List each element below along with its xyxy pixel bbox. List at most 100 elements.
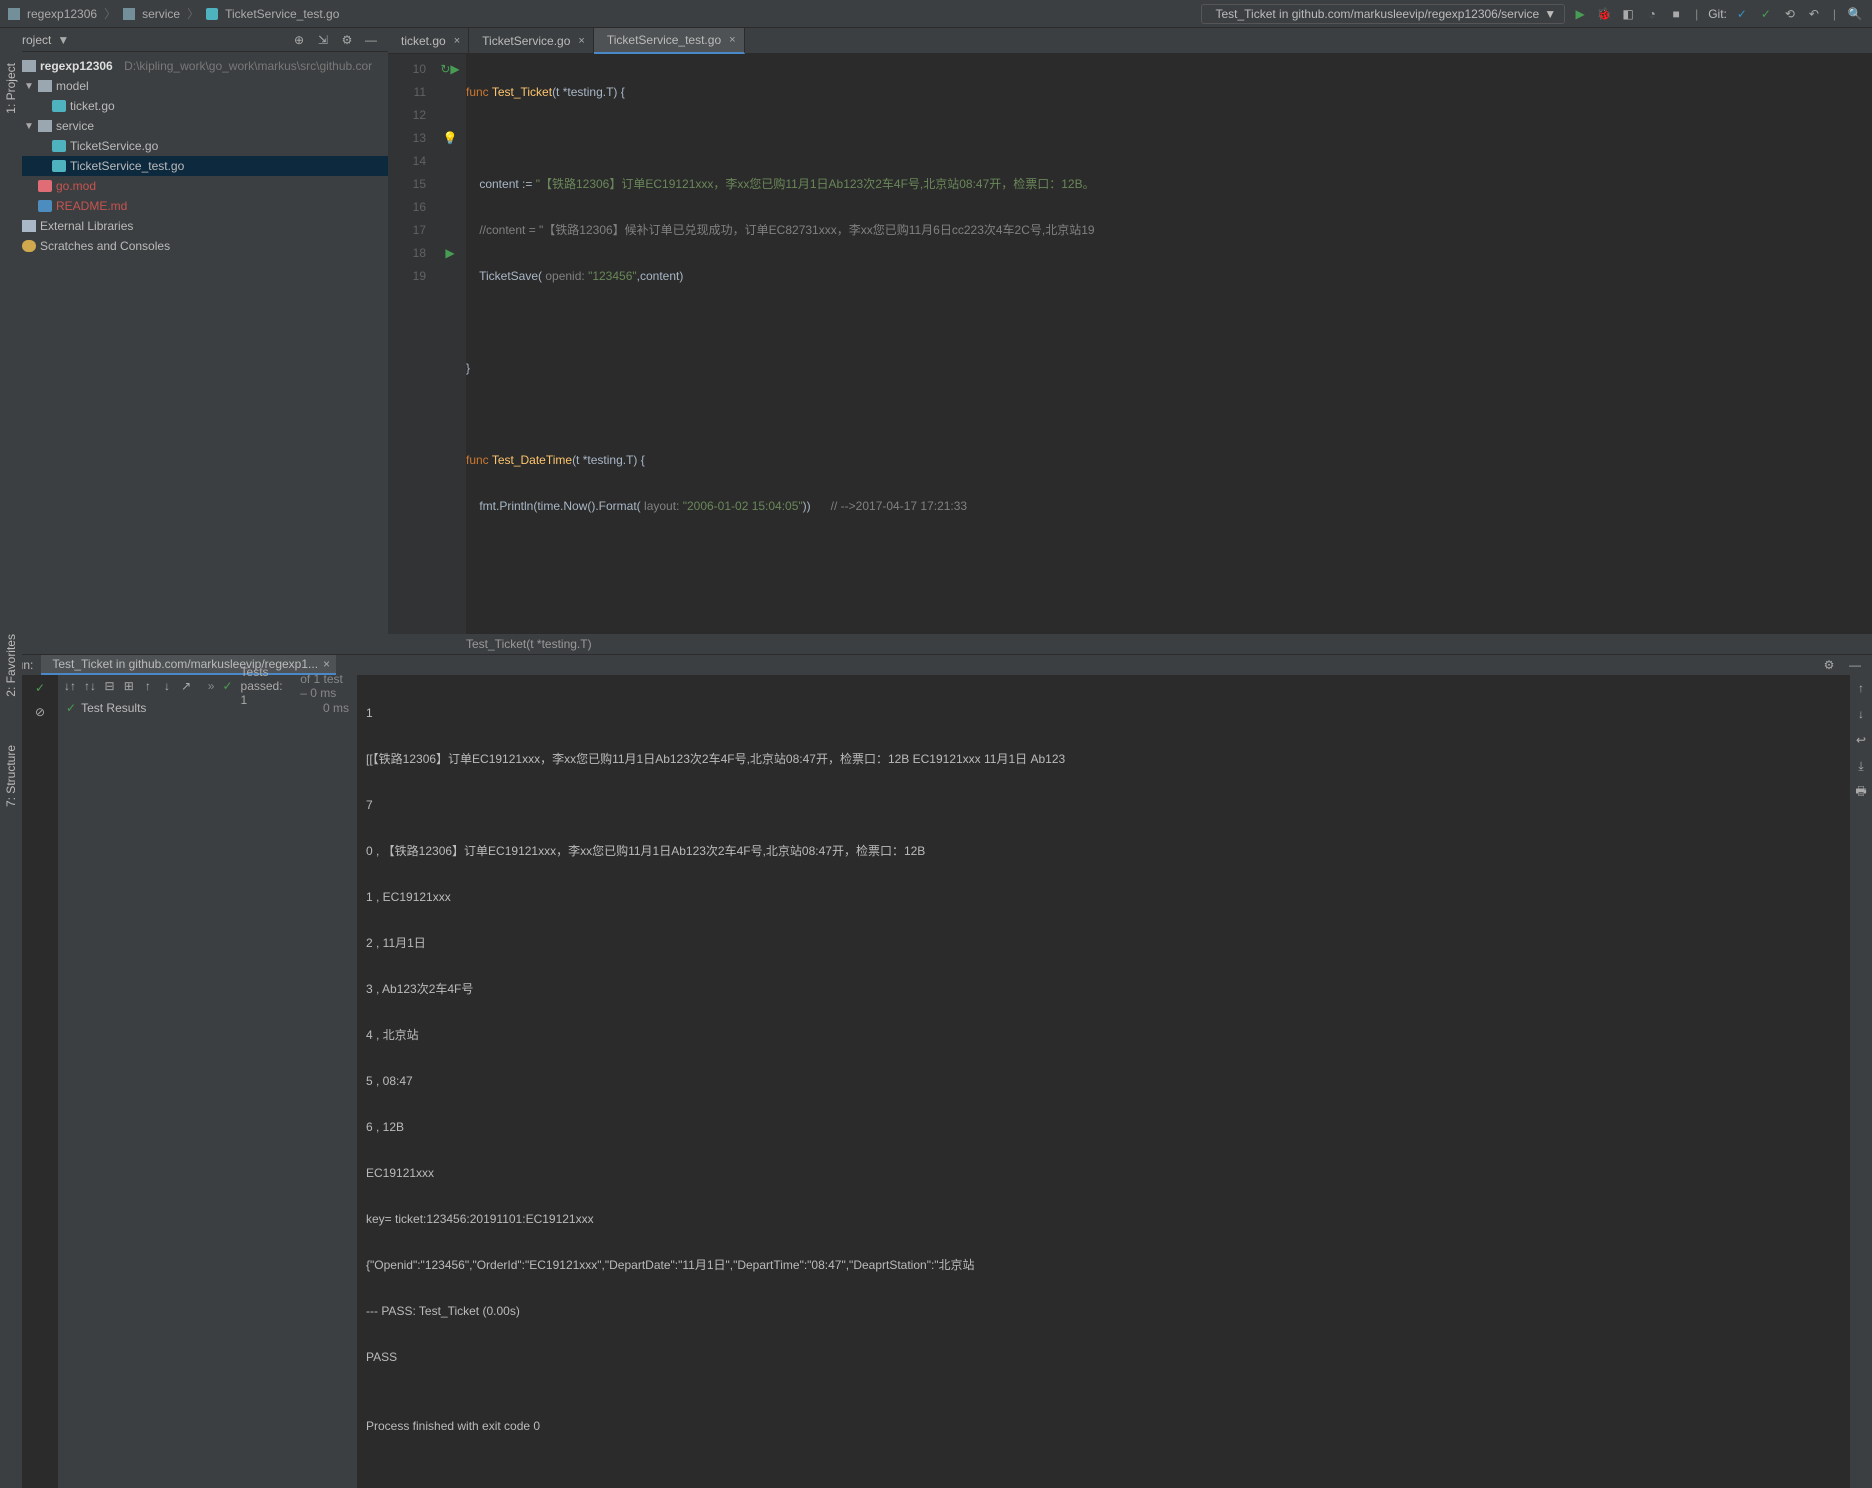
tree-dir-model[interactable]: ▼model	[0, 76, 388, 96]
scratch-icon	[22, 240, 36, 252]
gomod-icon	[38, 180, 52, 192]
next-icon[interactable]: ↓	[161, 677, 172, 695]
expand-icon[interactable]: ⊟	[104, 677, 115, 695]
test-tree: ↓↑ ↑↓ ⊟ ⊞ ↑ ↓ ↗ » ✓ Tests passed: 1 of 1…	[58, 675, 358, 1488]
tree-root[interactable]: ▼regexp12306 D:\kipling_work\go_work\mar…	[0, 56, 388, 76]
sort-icon[interactable]: ↓↑	[64, 677, 76, 695]
run-right-toolbar: ↑ ↓ ↩ ⤓ 🖶	[1850, 675, 1872, 1488]
hide-icon[interactable]: —	[362, 31, 380, 49]
top-toolbar: regexp12306 〉 service 〉 TicketService_te…	[0, 0, 1872, 28]
profile-button[interactable]: ◔	[1643, 5, 1661, 23]
tree-file-gomod[interactable]: go.mod	[0, 176, 388, 196]
tree-external-libs[interactable]: ▶External Libraries	[0, 216, 388, 236]
chevron-right-icon: 〉	[104, 5, 116, 22]
run-gutter-icon[interactable]: ▶	[445, 242, 454, 265]
breadcrumb-dir[interactable]: service	[142, 7, 180, 21]
console-output[interactable]: 1 [[【铁路12306】订单EC19121xxx，李xx您已购11月1日Ab1…	[358, 675, 1850, 1488]
folder-icon	[22, 60, 36, 72]
test-toolbar: ↓↑ ↑↓ ⊟ ⊞ ↑ ↓ ↗ » ✓ Tests passed: 1 of 1…	[58, 675, 357, 697]
editor: ticket.go× TicketService.go× TicketServi…	[388, 28, 1872, 654]
breadcrumb-file[interactable]: TicketService_test.go	[225, 7, 339, 21]
coverage-button[interactable]: ◧	[1619, 5, 1637, 23]
close-icon[interactable]: ×	[578, 35, 584, 47]
scroll-icon[interactable]: ⤓	[1852, 757, 1870, 775]
editor-breadcrumb[interactable]: Test_Ticket(t *testing.T)	[388, 634, 1872, 654]
next-icon[interactable]: ↓	[1852, 705, 1870, 723]
sidebar-tab-favorites[interactable]: 2: Favorites	[4, 634, 18, 697]
left-sidebar: 1: Project 2: Favorites 7: Structure	[0, 28, 22, 907]
gutter-icons: ↻▶ 💡 ▶	[434, 54, 466, 634]
sidebar-tab-structure[interactable]: 7: Structure	[4, 745, 18, 807]
folder-icon	[123, 8, 135, 20]
gear-icon[interactable]: ⚙	[1820, 656, 1838, 674]
debug-button[interactable]: 🐞	[1595, 5, 1613, 23]
tab-ticket[interactable]: ticket.go×	[388, 28, 469, 54]
chevron-down-icon: ▼	[1544, 7, 1556, 21]
close-icon[interactable]: ×	[454, 35, 460, 47]
run-body: ▶ ⟳ ⊘ 📌 ✓ ⊘ ↓↑ ↑↓ ⊟ ⊞ ↑ ↓ ↗ » ✓ Tests pa…	[0, 675, 1872, 1488]
gear-icon[interactable]: ⚙	[338, 31, 356, 49]
check-icon: ✓	[66, 701, 76, 715]
md-icon	[38, 200, 52, 212]
tests-status: Tests passed: 1	[241, 665, 293, 707]
fail-filter-icon[interactable]: ⊘	[31, 703, 49, 721]
tree-file-readme[interactable]: README.md	[0, 196, 388, 216]
tree-file-ticketservice[interactable]: TicketService.go	[0, 136, 388, 156]
prev-icon[interactable]: ↑	[142, 677, 153, 695]
stop-button[interactable]: ■	[1667, 5, 1685, 23]
chevron-down-icon[interactable]: ▼	[57, 33, 69, 47]
breadcrumb-project[interactable]: regexp12306	[27, 7, 97, 21]
git-revert-icon[interactable]: ↶	[1805, 5, 1823, 23]
git-label: Git:	[1708, 7, 1727, 21]
pass-filter-icon[interactable]: ✓	[31, 679, 49, 697]
go-file-icon	[206, 8, 218, 20]
folder-icon	[38, 80, 52, 92]
git-update-icon[interactable]: ✓	[1733, 5, 1751, 23]
editor-tabs: ticket.go× TicketService.go× TicketServi…	[388, 28, 1872, 54]
sort-icon[interactable]: ↑↓	[84, 677, 96, 695]
chevron-right-icon: 〉	[187, 5, 199, 22]
tree-dir-service[interactable]: ▼service	[0, 116, 388, 136]
collapse-icon[interactable]: ⊞	[123, 677, 134, 695]
project-header: Project ▼ ⊕ ⇲ ⚙ —	[0, 28, 388, 52]
print-icon[interactable]: 🖶	[1852, 783, 1870, 801]
tab-ticketservice-test[interactable]: TicketService_test.go×	[594, 28, 745, 54]
git-history-icon[interactable]: ⟲	[1781, 5, 1799, 23]
close-icon[interactable]: ×	[729, 34, 735, 46]
bulb-icon[interactable]: 💡	[443, 127, 458, 150]
folder-icon	[38, 120, 52, 132]
go-file-icon	[52, 140, 66, 152]
search-icon[interactable]: 🔍	[1846, 5, 1864, 23]
tab-ticketservice[interactable]: TicketService.go×	[469, 28, 594, 54]
project-tool-window: Project ▼ ⊕ ⇲ ⚙ — ▼regexp12306 D:\kiplin…	[0, 28, 388, 654]
go-file-icon	[52, 160, 66, 172]
go-file-icon	[52, 100, 66, 112]
close-icon[interactable]: ×	[323, 657, 330, 671]
run-config-selector[interactable]: Test_Ticket in github.com/markusleevip/r…	[1201, 4, 1565, 24]
git-commit-icon[interactable]: ✓	[1757, 5, 1775, 23]
breadcrumb: regexp12306 〉 service 〉 TicketService_te…	[8, 5, 339, 22]
tree-file-ticket[interactable]: ticket.go	[0, 96, 388, 116]
wrap-icon[interactable]: ↩	[1852, 731, 1870, 749]
expand-icon[interactable]: ⇲	[314, 31, 332, 49]
export-icon[interactable]: ↗	[181, 677, 192, 695]
sidebar-tab-project[interactable]: 1: Project	[4, 63, 18, 114]
prev-icon[interactable]: ↑	[1852, 679, 1870, 697]
run-button[interactable]: ▶	[1571, 5, 1589, 23]
code-editor[interactable]: 10111213141516171819 ↻▶ 💡 ▶ func Test_Ti…	[388, 54, 1872, 634]
tree-file-ticketservice-test[interactable]: TicketService_test.go	[0, 156, 388, 176]
test-results-row[interactable]: ✓ Test Results 0 ms	[58, 697, 357, 719]
project-tree: ▼regexp12306 D:\kipling_work\go_work\mar…	[0, 52, 388, 654]
run-tree-toolbar: ✓ ⊘	[22, 675, 58, 1488]
run-tool-window: Run: Test_Ticket in github.com/markuslee…	[0, 654, 1872, 907]
tree-scratches[interactable]: ▶Scratches and Consoles	[0, 236, 388, 256]
source-code[interactable]: func Test_Ticket(t *testing.T) { content…	[466, 54, 1872, 634]
check-icon: ✓	[222, 679, 232, 693]
hide-icon[interactable]: —	[1846, 656, 1864, 674]
main-area: Project ▼ ⊕ ⇲ ⚙ — ▼regexp12306 D:\kiplin…	[0, 28, 1872, 654]
locate-icon[interactable]: ⊕	[290, 31, 308, 49]
run-gutter-icon[interactable]: ↻▶	[440, 58, 459, 81]
toolbar-right: Test_Ticket in github.com/markusleevip/r…	[1201, 4, 1864, 24]
lib-icon	[22, 220, 36, 232]
gutter-line-numbers: 10111213141516171819	[388, 54, 434, 634]
